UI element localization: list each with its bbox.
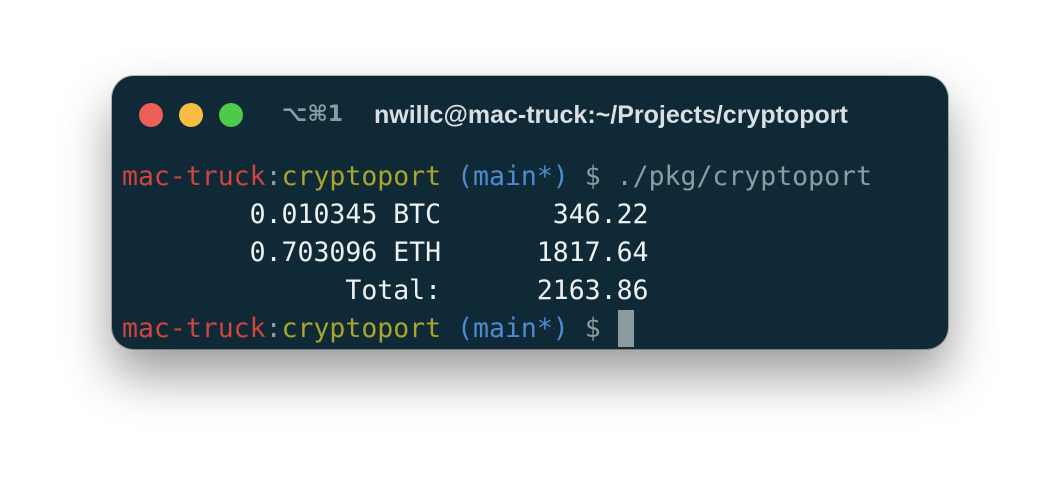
window-shortcut: ⌥⌘1 xyxy=(282,102,344,127)
prompt-host: mac-truck xyxy=(122,313,266,344)
zoom-button[interactable] xyxy=(219,103,243,127)
output-line-total: Total: 2163.86 xyxy=(122,275,649,306)
prompt-directory: cryptoport xyxy=(281,313,442,344)
prompt-symbol: $ xyxy=(584,161,601,192)
close-button[interactable] xyxy=(139,103,163,127)
command-line: mac-truck:cryptoport (main*) $ ./pkg/cry… xyxy=(122,158,938,196)
prompt-separator: : xyxy=(265,161,282,192)
prompt-symbol: $ xyxy=(584,313,601,344)
output-line-btc: 0.010345 BTC 346.22 xyxy=(122,199,649,230)
prompt-host: mac-truck xyxy=(122,161,266,192)
terminal-content[interactable]: mac-truck:cryptoport (main*) $ ./pkg/cry… xyxy=(122,158,938,348)
minimize-button[interactable] xyxy=(179,103,203,127)
prompt-separator: : xyxy=(265,313,282,344)
command-text: ./pkg/cryptoport xyxy=(616,161,872,192)
prompt-branch: (main*) xyxy=(457,313,569,344)
output-line-eth: 0.703096 ETH 1817.64 xyxy=(122,237,649,268)
prompt-branch: (main*) xyxy=(457,161,569,192)
window-title: nwillc@mac-truck:~/Projects/cryptoport xyxy=(374,101,848,129)
terminal-cursor xyxy=(617,310,634,347)
title-bar: ⌥⌘1 nwillc@mac-truck:~/Projects/cryptopo… xyxy=(112,76,948,152)
prompt-directory: cryptoport xyxy=(281,161,442,192)
terminal-window: ⌥⌘1 nwillc@mac-truck:~/Projects/cryptopo… xyxy=(112,76,948,349)
active-prompt-line[interactable]: mac-truck:cryptoport (main*) $ xyxy=(122,310,938,348)
